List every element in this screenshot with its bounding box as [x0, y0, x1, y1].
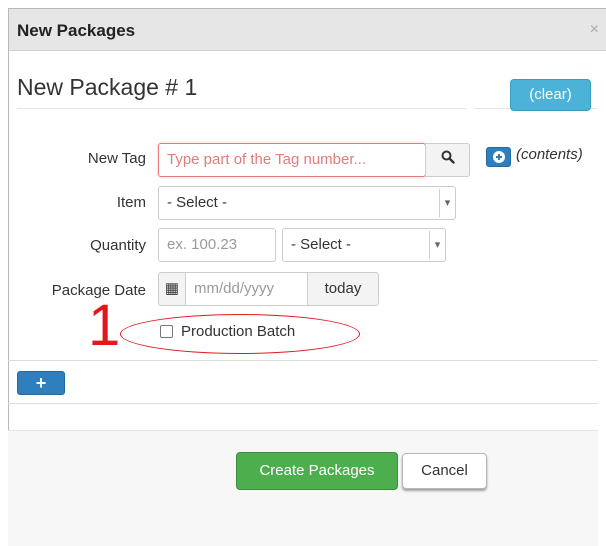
package-date-input[interactable]: mm/dd/yyyy	[185, 272, 308, 306]
chevron-down-icon: ▾	[429, 231, 445, 259]
package-heading: New Package # 1	[17, 74, 198, 100]
quantity-placeholder: ex. 100.23	[167, 236, 238, 253]
clear-button[interactable]: (clear)	[510, 79, 591, 111]
item-selected-value: - Select -	[167, 194, 228, 211]
dialog-title: New Packages	[17, 21, 136, 40]
date-placeholder: mm/dd/yyyy	[194, 280, 275, 297]
create-packages-button[interactable]: Create Packages	[236, 452, 398, 490]
dialog-titlebar: New Packages ×	[9, 9, 606, 51]
production-batch-checkbox[interactable]	[160, 325, 173, 338]
item-label: Item	[116, 194, 146, 211]
chevron-down-icon: ▾	[439, 189, 455, 217]
package-date-label: Package Date	[51, 282, 146, 299]
new-tag-input[interactable]: Type part of the Tag number...	[158, 143, 426, 177]
quantity-label: Quantity	[90, 237, 146, 254]
calendar-button[interactable]: ▦	[158, 272, 186, 306]
divider	[8, 360, 598, 361]
quantity-unit-select[interactable]: - Select - ▾	[282, 228, 446, 262]
contents-label: (contents)	[516, 146, 583, 163]
tag-search-button[interactable]	[425, 143, 470, 177]
close-icon[interactable]: ×	[590, 21, 599, 39]
divider	[8, 403, 598, 404]
unit-selected-value: - Select -	[291, 236, 352, 253]
today-button[interactable]: today	[307, 272, 379, 306]
search-icon	[441, 150, 455, 164]
add-contents-button[interactable]	[486, 147, 511, 167]
calendar-icon: ▦	[164, 280, 180, 297]
annotation-number: 1	[88, 293, 121, 358]
cancel-button[interactable]: Cancel	[402, 453, 487, 489]
add-package-button[interactable]: +	[17, 371, 65, 395]
new-tag-placeholder: Type part of the Tag number...	[167, 151, 367, 168]
quantity-input[interactable]: ex. 100.23	[158, 228, 276, 262]
divider	[17, 108, 466, 109]
plus-circle-icon	[493, 151, 505, 163]
item-select[interactable]: - Select - ▾	[158, 186, 456, 220]
new-tag-label: New Tag	[87, 150, 146, 167]
production-batch-label[interactable]: Production Batch	[181, 323, 295, 340]
